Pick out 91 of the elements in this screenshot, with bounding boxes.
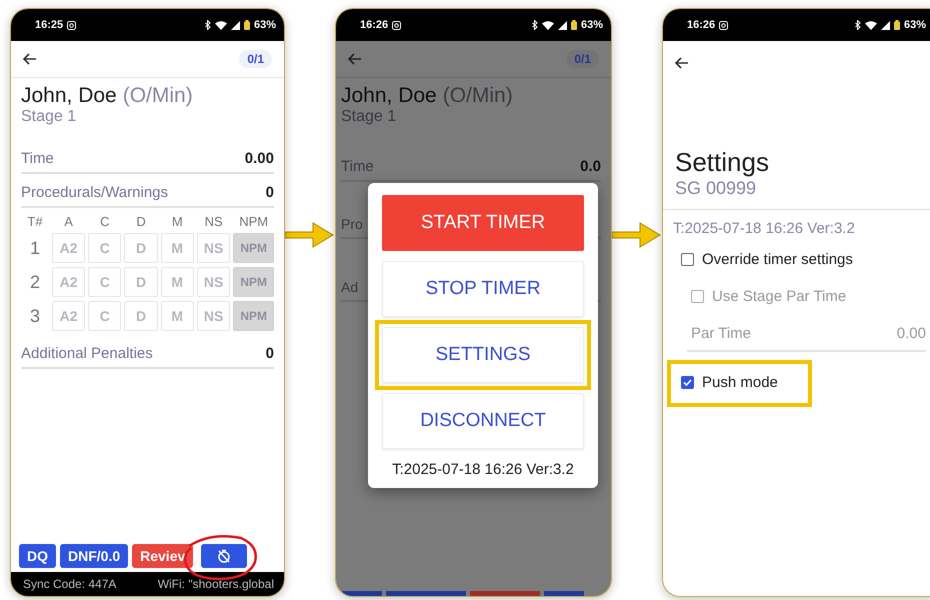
page-title: Settings: [675, 147, 770, 178]
column-header: M: [170, 214, 184, 229]
checkbox-label: Use Stage Par Time: [712, 288, 846, 305]
flow-arrow: [285, 220, 335, 250]
clock-text: 16:25: [35, 19, 64, 31]
wifi-icon: [214, 20, 227, 30]
action-button[interactable]: DQ: [19, 544, 56, 568]
timer-button[interactable]: [201, 544, 248, 568]
action-button[interactable]: Reviev: [132, 544, 194, 568]
clock-text: 16:26: [687, 19, 716, 31]
hit-score-button[interactable]: M: [160, 267, 194, 297]
field-value: 0: [266, 184, 274, 201]
dialog-button[interactable]: DISCONNECT: [382, 393, 584, 449]
competitor-name: John, Doe: [21, 84, 117, 108]
camera-notification-icon: [67, 20, 76, 30]
hit-score-button[interactable]: D: [124, 267, 158, 297]
battery-percent: 63%: [254, 19, 276, 31]
checkbox-label: Push mode: [702, 374, 778, 391]
hit-score-button[interactable]: C: [88, 233, 122, 263]
shooter-counter[interactable]: 0/1: [566, 50, 599, 68]
column-header: NPM: [238, 214, 270, 229]
field-label: Additional Penalties: [21, 345, 153, 362]
field-label: Par Time: [691, 325, 752, 342]
battery-icon: [244, 20, 250, 30]
dialog-button[interactable]: SETTINGS: [382, 327, 584, 383]
field-value: 0: [266, 345, 274, 362]
target-number: 2: [28, 272, 41, 292]
checkbox-label: Override timer settings: [702, 251, 853, 268]
battery-icon: [894, 20, 900, 30]
timer-off-icon: [217, 549, 232, 563]
battery-percent: 63%: [904, 19, 926, 31]
flow-arrow: [612, 220, 662, 250]
target-number: 3: [28, 306, 41, 326]
signal-icon: [558, 20, 567, 30]
back-arrow-icon[interactable]: [23, 53, 37, 65]
column-header: NS: [204, 214, 224, 229]
shooter-counter[interactable]: 0/1: [239, 50, 272, 68]
battery-percent: 63%: [580, 19, 603, 31]
field-label: Pro: [341, 216, 363, 232]
checkbox[interactable]: [681, 253, 694, 266]
column-header: C: [99, 214, 111, 229]
bluetooth-icon: [854, 20, 861, 30]
column-header: A: [63, 214, 74, 229]
field-value: 0.0: [580, 158, 601, 175]
signal-icon: [880, 20, 890, 30]
hit-score-button[interactable]: M: [160, 301, 194, 331]
dialog-button[interactable]: STOP TIMER: [382, 261, 584, 317]
camera-notification-icon: [719, 20, 728, 30]
hit-score-button[interactable]: NS: [196, 301, 230, 331]
hit-score-button[interactable]: C: [88, 301, 122, 331]
hit-score-button[interactable]: A2: [52, 267, 86, 297]
wifi-name: WiFi: "shooters.global: [158, 577, 274, 591]
page-subtitle: SG 00999: [675, 178, 758, 199]
field-value: 0.00: [244, 150, 274, 167]
target-number: 1: [28, 238, 41, 258]
column-header: T#: [26, 214, 44, 229]
signal-icon: [230, 20, 240, 30]
hit-score-button[interactable]: D: [124, 233, 158, 263]
field-label: Ad: [341, 279, 358, 295]
sync-code: Sync Code: 447A: [23, 577, 116, 591]
hit-score-button[interactable]: A2: [52, 233, 86, 263]
stage-name: Stage 1: [21, 108, 78, 126]
bluetooth-icon: [204, 20, 211, 30]
wifi-icon: [864, 20, 877, 30]
checkbox[interactable]: [681, 376, 694, 389]
field-label: Procedurals/Warnings: [21, 184, 168, 201]
field-label: Time: [21, 150, 54, 167]
bluetooth-icon: [532, 20, 538, 30]
action-button[interactable]: DNF/0.0: [60, 544, 128, 568]
dialog-button[interactable]: START TIMER: [382, 195, 584, 251]
field-label: Time: [341, 158, 374, 175]
competitor-name: John, Doe: [341, 84, 437, 108]
hit-score-button[interactable]: D: [124, 301, 158, 331]
division-text: (O/Min): [442, 84, 513, 108]
hit-score-button[interactable]: M: [160, 233, 194, 263]
stage-name: Stage 1: [341, 108, 398, 126]
field-value: 0.00: [896, 325, 926, 342]
column-header: D: [135, 214, 147, 229]
hit-score-button[interactable]: A2: [52, 301, 86, 331]
version-text: T:2025-07-18 16:26 Ver:3.2: [672, 219, 856, 239]
division-text: (O/Min): [122, 84, 193, 108]
wifi-icon: [542, 20, 554, 30]
camera-notification-icon: [392, 20, 402, 30]
back-arrow-icon[interactable]: [675, 57, 689, 69]
clock-text: 16:26: [360, 19, 388, 31]
version-text: T:2025-07-18 16:26 Ver:3.2: [391, 460, 575, 478]
hit-score-button[interactable]: C: [88, 267, 122, 297]
battery-icon: [570, 20, 577, 30]
hit-score-button[interactable]: NS: [196, 233, 230, 263]
hit-score-button[interactable]: NS: [196, 267, 230, 297]
checkbox-option[interactable]: Override timer settings: [677, 241, 857, 278]
